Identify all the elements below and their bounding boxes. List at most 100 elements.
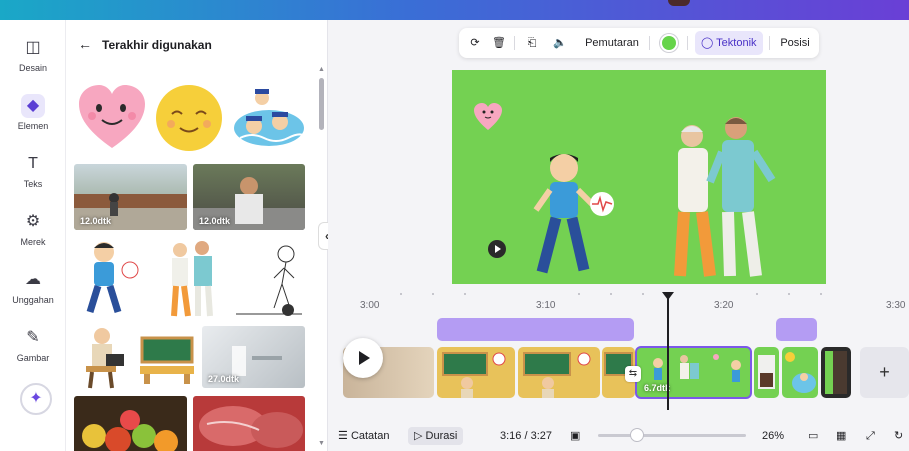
add-clip-button[interactable]: +: [860, 347, 909, 398]
color-swatch[interactable]: [660, 34, 678, 52]
video-track: 6.7dtk: [343, 346, 851, 399]
timeline-clip[interactable]: [518, 347, 600, 398]
animate-icon[interactable]: ⟳: [465, 28, 485, 58]
effect-label: Tektonik: [716, 37, 757, 49]
timeline-clip[interactable]: [782, 347, 818, 398]
tick: [820, 293, 822, 295]
smiley-sticker[interactable]: [154, 80, 224, 154]
rail-item-design[interactable]: ◫ Desain: [0, 36, 66, 73]
volume-icon[interactable]: 🔈: [549, 28, 571, 58]
tick: [642, 293, 644, 295]
tick: [464, 293, 466, 295]
more-icon[interactable]: ↻: [894, 427, 903, 445]
timeline-clip[interactable]: [754, 347, 779, 398]
pages-view-icon[interactable]: ▣: [570, 427, 580, 445]
meat-photo[interactable]: [193, 396, 305, 451]
tick-label: 3:10: [536, 300, 556, 311]
timeline-clip[interactable]: [437, 347, 515, 398]
classroom-sticker[interactable]: [138, 330, 196, 384]
position-button[interactable]: Posisi: [777, 28, 813, 58]
duration-label: Durasi: [425, 430, 458, 442]
tick-label: 3:00: [360, 300, 380, 311]
fruit-photo[interactable]: [74, 396, 187, 451]
tick: [578, 293, 580, 295]
brand-icon: ⚙: [25, 213, 41, 230]
rail-item-label: Merek: [20, 237, 46, 247]
page-view-icon[interactable]: ▭: [808, 427, 818, 445]
rail-item-brand[interactable]: ⚙ Merek: [0, 210, 66, 247]
video-duration: 12.0dtk: [199, 216, 231, 226]
panel-title: Terakhir digunakan: [102, 38, 212, 52]
upload-icon: ☁: [25, 271, 41, 288]
rail-item-elements[interactable]: ◆ Elemen: [0, 94, 66, 131]
swimming-kids-sticker[interactable]: [232, 82, 306, 150]
scroll-up-icon[interactable]: ▲: [318, 66, 325, 73]
element-toolbar: ⟳ 🗑 ⎗ 🔈 Pemutaran ◯ Tektonik Posisi: [459, 28, 819, 58]
transition-icon[interactable]: ⇆: [625, 366, 641, 382]
notes-label: Catatan: [350, 430, 390, 442]
effect-icon: ◯: [701, 37, 714, 49]
video-thumbnail[interactable]: 12.0dtk: [74, 164, 187, 230]
divider: [514, 36, 515, 50]
draw-icon: ✎: [26, 329, 40, 346]
fullscreen-icon[interactable]: ⤢: [866, 427, 875, 445]
selected-timeline-clip[interactable]: 6.7dtk: [635, 346, 752, 399]
tick: [610, 293, 612, 295]
playhead[interactable]: [667, 298, 669, 410]
tick-label: 3:20: [714, 300, 734, 311]
divider: [769, 36, 770, 50]
video-duration: 27.0dtk: [208, 374, 240, 384]
avatar: [668, 0, 690, 6]
rail-item-label: Teks: [23, 179, 43, 189]
tick: [400, 293, 402, 295]
effect-button[interactable]: ◯ Tektonik: [695, 31, 763, 55]
duration-icon: ▷: [414, 430, 423, 442]
notes-button[interactable]: ☰ Catatan: [338, 427, 389, 445]
stick-figure-sticker[interactable]: [232, 238, 306, 320]
design-icon: ◫: [25, 39, 41, 56]
plus-icon: +: [879, 362, 890, 382]
woman-laptop-sticker[interactable]: [80, 324, 130, 390]
elderly-couple-sticker[interactable]: [162, 238, 224, 320]
browser-top-bar: [0, 0, 909, 20]
timeline-play-button[interactable]: [343, 338, 383, 378]
running-boy-sticker[interactable]: [78, 238, 140, 320]
text-icon: T: [28, 155, 38, 172]
duration-button[interactable]: ▷ Durasi: [408, 427, 464, 445]
time-readout: 3:16 / 3:27: [500, 430, 552, 442]
playback-button[interactable]: Pemutaran: [581, 28, 643, 58]
rail-item-label: Desain: [18, 63, 47, 73]
design-canvas[interactable]: [452, 70, 826, 284]
heart-sticker[interactable]: [76, 82, 148, 154]
split-icon[interactable]: ⎗: [521, 28, 543, 58]
zoom-value[interactable]: 26%: [762, 427, 784, 445]
video-thumbnail[interactable]: 27.0dtk: [202, 326, 305, 388]
scroll-down-icon[interactable]: ▼: [318, 440, 325, 447]
timeline-clip[interactable]: [821, 347, 851, 398]
grid-view-icon[interactable]: ▦: [836, 427, 846, 445]
back-arrow-icon[interactable]: ←: [78, 36, 92, 52]
canvas-artwork: [474, 103, 776, 277]
panel-header: ← Terakhir digunakan: [78, 36, 212, 52]
tick: [788, 293, 790, 295]
panel-scrollbar[interactable]: [319, 78, 324, 130]
rail-item-draw[interactable]: ✎ Gambar: [0, 326, 66, 363]
tick: [432, 293, 434, 295]
rail-item-label: Unggahan: [12, 295, 54, 305]
elements-panel: ← Terakhir digunakan 12.0dtk 12.0dtk 27.…: [66, 20, 328, 451]
audio-track[interactable]: [437, 318, 634, 341]
timeline-ruler[interactable]: 3:00 3:10 3:20 3:30: [328, 292, 909, 312]
canvas-play-icon[interactable]: [488, 240, 506, 258]
zoom-slider-handle[interactable]: [630, 428, 644, 442]
zoom-slider[interactable]: [598, 434, 746, 437]
tick: [756, 293, 758, 295]
rail-item-text[interactable]: T Teks: [0, 152, 66, 189]
notes-icon: ☰: [338, 430, 348, 442]
trash-icon[interactable]: 🗑: [489, 28, 509, 58]
rail-item-uploads[interactable]: ☁ Unggahan: [0, 268, 66, 305]
rail-item-label: Elemen: [17, 121, 49, 131]
video-thumbnail[interactable]: 12.0dtk: [193, 164, 305, 230]
audio-track[interactable]: [776, 318, 817, 341]
divider: [649, 36, 650, 50]
magic-button[interactable]: ✦: [20, 383, 52, 415]
